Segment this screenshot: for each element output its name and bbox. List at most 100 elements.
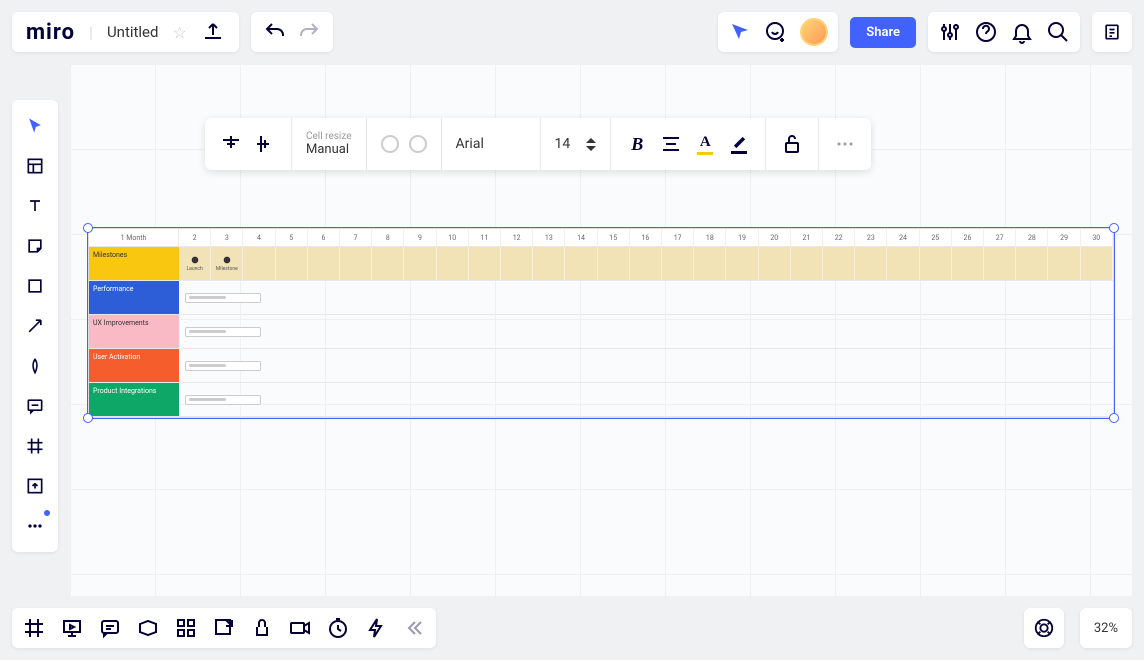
undo-icon[interactable] xyxy=(263,20,287,44)
milestone-cell[interactable] xyxy=(791,247,823,280)
fill-color-picker[interactable] xyxy=(381,135,399,153)
row-content[interactable]: LaunchMilestone xyxy=(179,247,1113,280)
font-size-input[interactable]: 14 xyxy=(555,136,571,152)
redo-icon[interactable] xyxy=(297,20,321,44)
milestone-cell[interactable] xyxy=(565,247,597,280)
rocket-icon[interactable]: Launch xyxy=(179,247,211,280)
milestone-cell[interactable] xyxy=(598,247,630,280)
roadmap-row[interactable]: User Activation xyxy=(89,349,1113,383)
milestone-cell[interactable] xyxy=(952,247,984,280)
milestone-cell[interactable] xyxy=(759,247,791,280)
milestone-cell[interactable] xyxy=(243,247,275,280)
collapse-icon[interactable] xyxy=(402,616,426,640)
share-button[interactable]: Share xyxy=(850,17,916,48)
font-size-increase[interactable] xyxy=(586,138,596,143)
notifications-icon[interactable] xyxy=(1010,20,1034,44)
task-bar[interactable] xyxy=(185,293,261,303)
logo[interactable]: miro xyxy=(26,20,75,45)
help-icon[interactable] xyxy=(974,20,998,44)
pen-tool[interactable] xyxy=(16,348,54,384)
task-bar[interactable] xyxy=(185,327,261,337)
settings-icon[interactable] xyxy=(938,20,962,44)
voting-icon[interactable] xyxy=(250,616,274,640)
sticky-note-tool[interactable] xyxy=(16,228,54,264)
cursor-follow-icon[interactable] xyxy=(728,20,752,44)
add-row-above-icon[interactable] xyxy=(219,132,243,156)
milestone-cell[interactable] xyxy=(404,247,436,280)
timer-icon[interactable] xyxy=(326,616,350,640)
search-icon[interactable] xyxy=(1046,20,1070,44)
frames-icon[interactable] xyxy=(22,616,46,640)
roadmap-grid[interactable]: 1 Month 23456789101112131415161718192021… xyxy=(88,228,1114,418)
milestone-cell[interactable] xyxy=(887,247,919,280)
more-icon[interactable] xyxy=(833,132,857,156)
milestone-cell[interactable] xyxy=(501,247,533,280)
more-tools[interactable] xyxy=(16,508,54,544)
milestone-cell[interactable] xyxy=(276,247,308,280)
milestone-cell[interactable] xyxy=(694,247,726,280)
border-color-picker[interactable] xyxy=(409,135,427,153)
template-tool[interactable] xyxy=(16,148,54,184)
shape-tool[interactable] xyxy=(16,268,54,304)
font-size-decrease[interactable] xyxy=(586,146,596,151)
presentation-icon[interactable] xyxy=(60,616,84,640)
highlight-icon[interactable] xyxy=(727,132,751,156)
row-content[interactable] xyxy=(179,349,1113,382)
milestone-cell[interactable] xyxy=(855,247,887,280)
task-bar[interactable] xyxy=(185,361,261,371)
lock-icon[interactable] xyxy=(780,132,804,156)
milestone-cell[interactable] xyxy=(308,247,340,280)
row-content[interactable] xyxy=(179,383,1113,416)
text-tool[interactable] xyxy=(16,188,54,224)
star-icon[interactable]: ☆ xyxy=(172,23,186,42)
roadmap-row[interactable]: UX Improvements xyxy=(89,315,1113,349)
milestone-cell[interactable] xyxy=(1081,247,1113,280)
notes-panel[interactable] xyxy=(1092,12,1132,52)
row-label: UX Improvements xyxy=(89,315,179,348)
roadmap-row[interactable]: Product Integrations xyxy=(89,383,1113,417)
milestone-cell[interactable] xyxy=(469,247,501,280)
comment-tool[interactable] xyxy=(16,388,54,424)
task-bar[interactable] xyxy=(185,395,261,405)
milestone-cell[interactable] xyxy=(340,247,372,280)
upload-icon[interactable] xyxy=(201,20,225,44)
milestone-cell[interactable] xyxy=(1016,247,1048,280)
font-family-select[interactable]: Arial xyxy=(456,136,526,152)
bold-icon[interactable]: B xyxy=(625,132,649,156)
add-column-left-icon[interactable] xyxy=(253,132,277,156)
zoom-panel[interactable]: 32% xyxy=(1080,608,1132,648)
row-content[interactable] xyxy=(179,315,1113,348)
milestone-cell[interactable] xyxy=(920,247,952,280)
text-color-icon[interactable]: A xyxy=(693,132,717,156)
activity-icon[interactable] xyxy=(364,616,388,640)
milestone-cell[interactable] xyxy=(823,247,855,280)
reactions-icon[interactable] xyxy=(764,20,788,44)
milestone-cell[interactable] xyxy=(662,247,694,280)
target-icon[interactable]: Milestone xyxy=(211,247,243,280)
milestone-cell[interactable] xyxy=(372,247,404,280)
milestone-cell[interactable] xyxy=(1048,247,1080,280)
align-icon[interactable] xyxy=(659,132,683,156)
avatar[interactable] xyxy=(800,18,828,46)
milestone-cell[interactable] xyxy=(437,247,469,280)
milestone-cell[interactable] xyxy=(726,247,758,280)
frame-tool[interactable] xyxy=(16,428,54,464)
milestone-cell[interactable] xyxy=(984,247,1016,280)
connection-tool[interactable] xyxy=(16,308,54,344)
milestone-cell[interactable] xyxy=(533,247,565,280)
chat-icon[interactable] xyxy=(98,616,122,640)
board-title[interactable]: Untitled xyxy=(107,23,159,41)
row-content[interactable] xyxy=(179,281,1113,314)
roadmap-row[interactable]: Performance xyxy=(89,281,1113,315)
video-icon[interactable] xyxy=(288,616,312,640)
apps-icon[interactable] xyxy=(174,616,198,640)
help-center-icon[interactable] xyxy=(1024,608,1064,648)
select-tool[interactable] xyxy=(16,108,54,144)
zoom-level[interactable]: 32% xyxy=(1094,621,1118,636)
roadmap-row[interactable]: MilestonesLaunchMilestone xyxy=(89,247,1113,281)
upload-tool[interactable] xyxy=(16,468,54,504)
card-icon[interactable] xyxy=(136,616,160,640)
cell-resize-value[interactable]: Manual xyxy=(306,142,352,157)
export-icon[interactable] xyxy=(212,616,236,640)
milestone-cell[interactable] xyxy=(630,247,662,280)
